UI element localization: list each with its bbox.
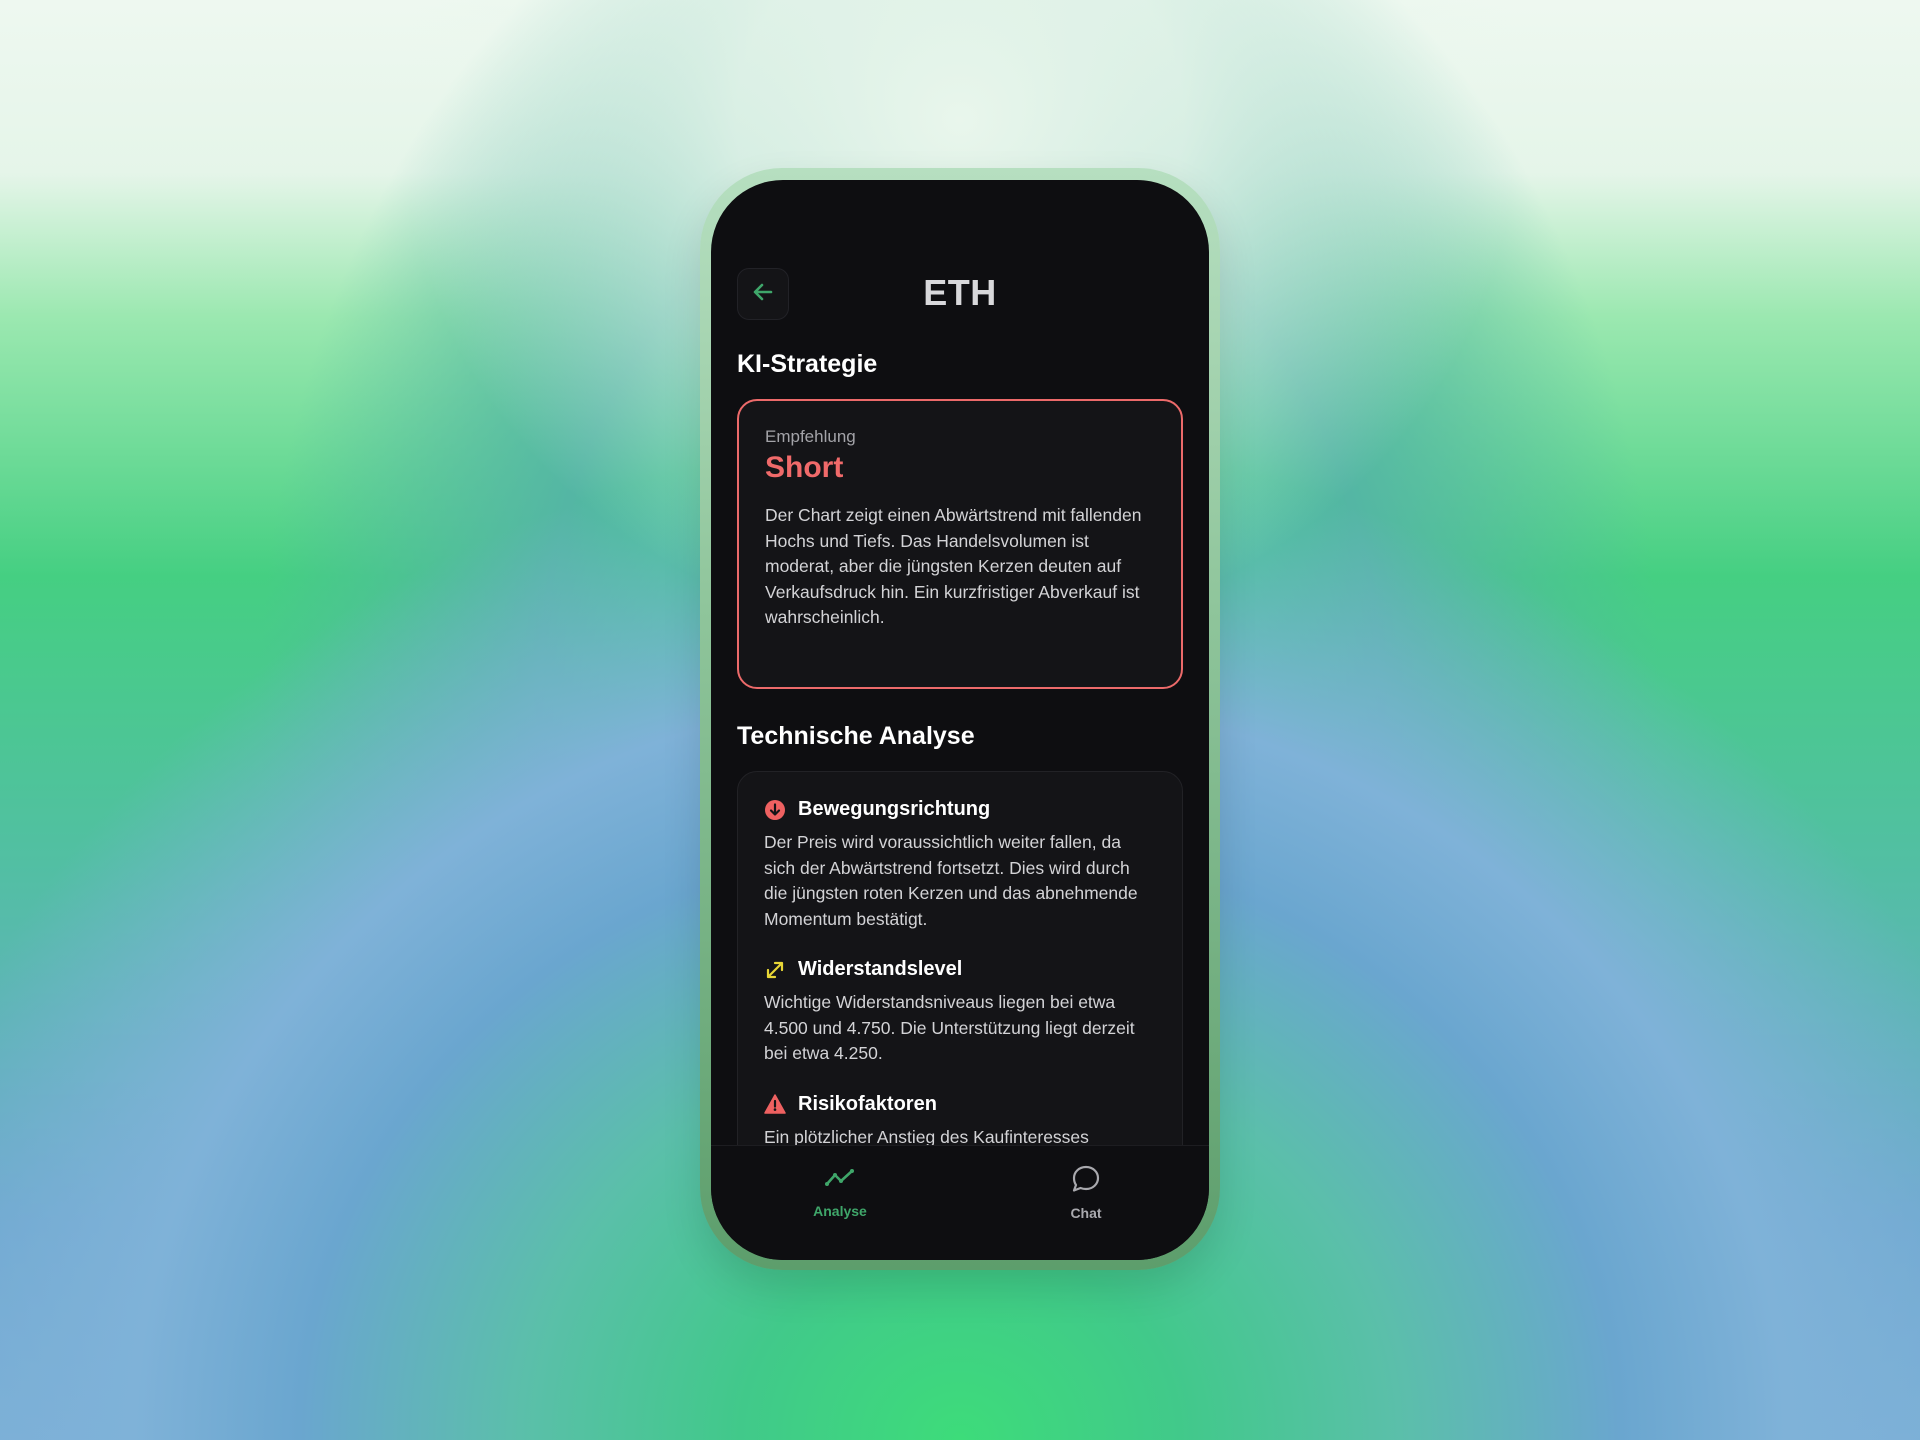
- tab-label: Analyse: [813, 1203, 867, 1219]
- analysis-item-text: Wichtige Widerstandsniveaus liegen bei e…: [764, 992, 1135, 1063]
- trend-line-icon: [824, 1164, 856, 1197]
- strategy-section-title: KI-Strategie: [737, 350, 878, 378]
- recommendation-value: Short: [765, 451, 844, 484]
- tab-label: Chat: [1070, 1205, 1102, 1221]
- analysis-item-title: Risikofaktoren: [798, 1092, 937, 1115]
- analysis-item: Widerstandslevel Wichtige Widerstandsniv…: [764, 958, 1156, 1067]
- analysis-item: Bewegungsrichtung Der Preis wird vorauss…: [764, 798, 1156, 932]
- recommendation-label: Empfehlung: [765, 427, 856, 446]
- back-button[interactable]: [737, 268, 789, 320]
- tab-bar: Analyse Chat: [711, 1145, 1209, 1260]
- tab-chat[interactable]: Chat: [1016, 1164, 1156, 1221]
- header: ETH: [737, 268, 1183, 322]
- recommendation-description: Der Chart zeigt einen Abwärtstrend mit f…: [765, 505, 1142, 627]
- analysis-item: Risikofaktoren Ein plötzlicher Anstieg d…: [764, 1093, 1156, 1151]
- analysis-section-title: Technische Analyse: [737, 722, 975, 750]
- analysis-item-title: Widerstandslevel: [798, 958, 963, 980]
- warning-triangle-icon: [764, 1093, 786, 1115]
- expand-arrows-icon: [764, 959, 786, 981]
- analysis-item-title: Bewegungsrichtung: [798, 798, 991, 820]
- technical-analysis-card: Bewegungsrichtung Der Preis wird vorauss…: [737, 771, 1183, 1191]
- analysis-item-text: Der Preis wird voraussichtlich weiter fa…: [764, 832, 1138, 929]
- arrow-down-circle-icon: [764, 799, 786, 821]
- recommendation-card: Empfehlung Short Der Chart zeigt einen A…: [737, 399, 1183, 689]
- phone-screen: ETH KI-Strategie Empfehlung Short Der Ch…: [711, 180, 1209, 1260]
- chat-bubble-icon: [1070, 1164, 1102, 1199]
- arrow-left-icon: [751, 280, 775, 309]
- page-title: ETH: [923, 272, 997, 313]
- tab-analyse[interactable]: Analyse: [770, 1164, 910, 1219]
